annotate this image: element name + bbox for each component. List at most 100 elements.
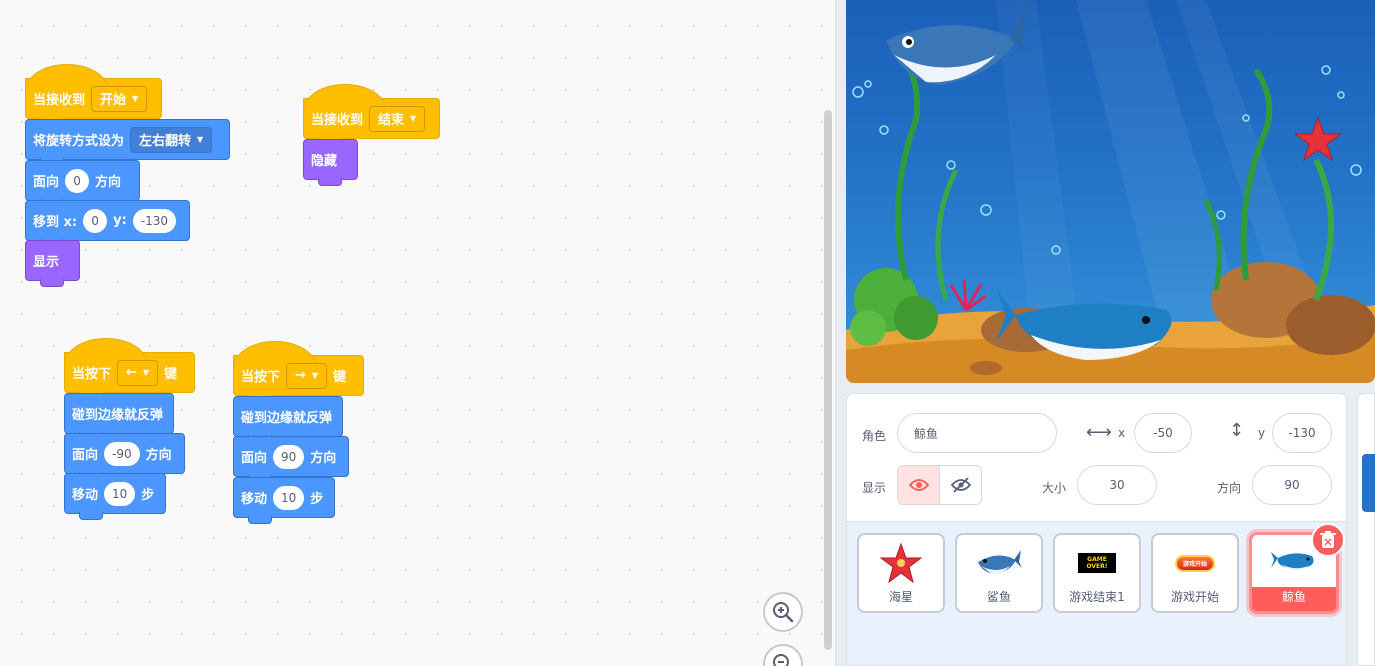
y-label: y	[1258, 426, 1266, 440]
steps-input[interactable]: 10	[104, 481, 136, 506]
y-input[interactable]: -130	[132, 208, 177, 233]
bounce-on-edge-block[interactable]: 碰到边缘就反弹	[64, 393, 174, 440]
go-to-xy-block[interactable]: 移到 x: 0 y: -130	[25, 200, 190, 247]
game-start-thumb-text: 游戏开始	[1175, 554, 1215, 572]
sprite-list: 海星 鲨鱼 GAME OVER! 游戏结束1 游戏开始 游戏开始 鲸鱼	[846, 521, 1347, 666]
right-panel: 角色 鲸鱼 ⟷ x -50 ↕ y -130 显示 大小 30 方向 90 海星…	[836, 0, 1375, 666]
game-over-thumb-text: GAME OVER!	[1078, 553, 1116, 573]
block-label: 显示	[33, 255, 60, 270]
block-label: 键	[333, 370, 347, 385]
show-label: 显示	[862, 481, 887, 495]
zoom-in-button[interactable]	[763, 592, 803, 632]
direction-input[interactable]: 90	[273, 444, 305, 469]
sprite-tile-shark[interactable]: 鲨鱼	[955, 533, 1043, 613]
block-label: 将旋转方式设为	[33, 134, 125, 149]
message-dropdown[interactable]: 结束 ▼	[369, 105, 426, 132]
x-label: x	[1118, 426, 1126, 440]
direction-label: 方向	[1217, 481, 1242, 495]
vertical-arrows-icon: ↕	[1229, 420, 1245, 441]
sprite-name-input[interactable]: 鲸鱼	[897, 413, 1057, 453]
stage-selector-pane[interactable]	[1357, 393, 1375, 666]
when-key-pressed-block[interactable]: 当按下 ← ▼ 键	[64, 338, 195, 399]
size-label: 大小	[1042, 481, 1067, 495]
when-i-receive-block[interactable]: 当接收到 开始 ▼	[25, 64, 162, 125]
block-label: 面向	[241, 451, 268, 466]
sprite-name-label: 角色	[862, 429, 887, 443]
block-label: 当接收到	[33, 93, 86, 108]
show-sprite-button[interactable]	[898, 466, 940, 504]
block-label: 移动	[241, 492, 268, 507]
caret-down-icon: ▼	[132, 94, 139, 103]
caret-down-icon: ▼	[311, 371, 319, 380]
delete-sprite-button[interactable]	[1311, 523, 1345, 557]
game-over-icon: GAME OVER!	[1055, 543, 1139, 583]
y-position-input[interactable]: -130	[1272, 413, 1332, 453]
block-label: 面向	[33, 175, 60, 190]
block-label: 键	[164, 367, 178, 382]
sprite-name: 鲨鱼	[986, 590, 1011, 604]
rotation-style-dropdown[interactable]: 左右翻转 ▼	[130, 126, 213, 153]
point-in-direction-block[interactable]: 面向 -90 方向	[64, 433, 185, 480]
block-label: 步	[141, 488, 155, 503]
workspace-scrollbar[interactable]	[824, 110, 832, 650]
underwater-backdrop	[846, 0, 1375, 383]
block-label: 当接收到	[311, 113, 364, 128]
eye-icon	[908, 479, 929, 491]
starfish-icon	[859, 543, 943, 583]
block-label: 隐藏	[311, 154, 338, 169]
zoom-out-button[interactable]	[763, 644, 803, 666]
block-label: 碰到边缘就反弹	[72, 408, 164, 423]
sprite-name: 鲸鱼	[1281, 590, 1306, 604]
set-rotation-style-block[interactable]: 将旋转方式设为 左右翻转 ▼	[25, 119, 230, 166]
block-label: 当按下	[241, 370, 281, 385]
hide-block[interactable]: 隐藏	[303, 139, 358, 186]
visibility-toggle	[897, 465, 982, 505]
hide-sprite-button[interactable]	[940, 466, 981, 504]
message-dropdown[interactable]: 开始 ▼	[91, 85, 148, 112]
sprite-name: 海星	[888, 590, 913, 604]
sprite-name: 游戏开始	[1170, 590, 1219, 604]
block-label: 移动	[72, 488, 99, 503]
block-label: 碰到边缘就反弹	[241, 411, 333, 426]
zoom-in-icon	[773, 602, 794, 623]
block-label: 方向	[145, 448, 172, 463]
x-input[interactable]: 0	[83, 208, 108, 233]
point-in-direction-block[interactable]: 面向 0 方向	[25, 160, 140, 207]
block-label: 方向	[310, 451, 337, 466]
block-label: 步	[310, 492, 324, 507]
sprite-info-panel: 角色 鲸鱼 ⟷ x -50 ↕ y -130 显示 大小 30 方向 90	[846, 393, 1347, 521]
stage[interactable]	[846, 0, 1375, 383]
move-steps-block[interactable]: 移动 10 步	[64, 473, 166, 520]
move-steps-block[interactable]: 移动 10 步	[233, 477, 335, 524]
when-key-pressed-block[interactable]: 当按下 → ▼ 键	[233, 341, 364, 402]
sprite-tile-game-over[interactable]: GAME OVER! 游戏结束1	[1053, 533, 1141, 613]
sprite-tile-starfish[interactable]: 海星	[857, 533, 945, 613]
shark-icon	[957, 543, 1041, 583]
show-block[interactable]: 显示	[25, 240, 80, 287]
block-label: 面向	[72, 448, 99, 463]
steps-input[interactable]: 10	[273, 485, 305, 510]
direction-input[interactable]: 0	[65, 168, 90, 193]
caret-down-icon: ▼	[142, 368, 150, 377]
direction-input[interactable]: -90	[104, 441, 140, 466]
sprite-name: 游戏结束1	[1069, 590, 1125, 604]
key-dropdown[interactable]: → ▼	[286, 362, 328, 389]
x-position-input[interactable]: -50	[1134, 413, 1192, 453]
key-dropdown[interactable]: ← ▼	[117, 359, 159, 386]
horizontal-arrows-icon: ⟷	[1086, 422, 1112, 443]
code-workspace[interactable]: 当接收到 开始 ▼ 将旋转方式设为 左右翻转 ▼ 面向 0 方向 移到 x: 0 y…	[0, 0, 836, 666]
caret-down-icon: ▼	[410, 114, 417, 123]
zoom-out-icon	[773, 654, 789, 666]
trash-icon	[1320, 531, 1336, 548]
when-i-receive-block[interactable]: 当接收到 结束 ▼	[303, 84, 440, 145]
stage-thumbnail	[1362, 454, 1375, 512]
direction-input[interactable]: 90	[1252, 465, 1332, 505]
block-label: 移到 x:	[33, 215, 78, 230]
bounce-on-edge-block[interactable]: 碰到边缘就反弹	[233, 396, 343, 443]
block-label: 当按下	[72, 367, 112, 382]
block-label: 方向	[95, 175, 122, 190]
sprite-tile-game-start[interactable]: 游戏开始 游戏开始	[1151, 533, 1239, 613]
point-in-direction-block[interactable]: 面向 90 方向	[233, 436, 349, 483]
size-input[interactable]: 30	[1077, 465, 1157, 505]
block-label: y:	[113, 213, 127, 228]
